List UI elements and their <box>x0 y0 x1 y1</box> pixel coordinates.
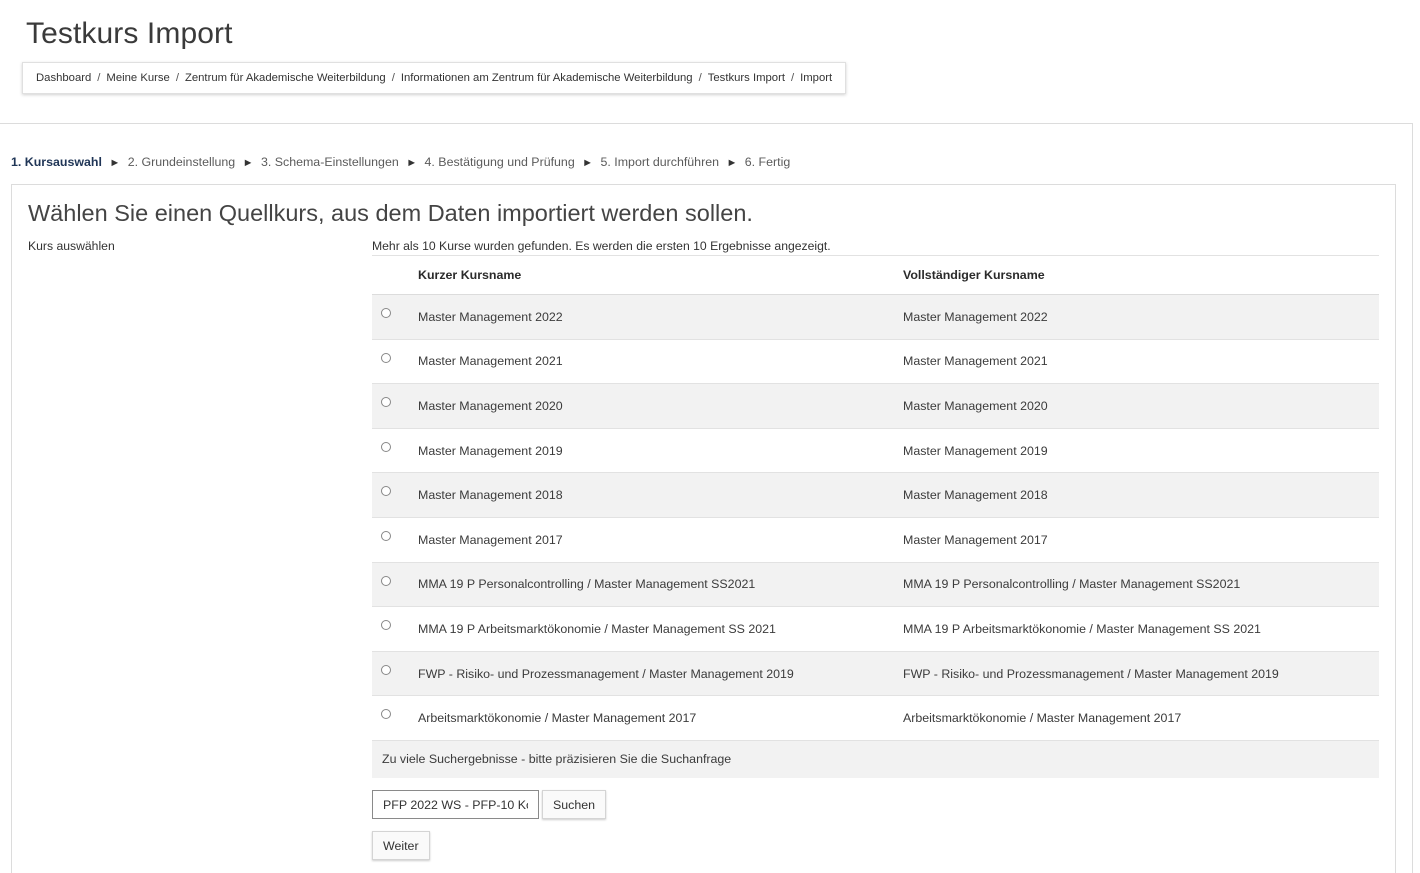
breadcrumb-informationen[interactable]: Informationen am Zentrum für Akademische… <box>401 72 693 84</box>
table-row[interactable]: Master Management 2019 Master Management … <box>372 429 1379 474</box>
breadcrumb-separator: / <box>97 72 101 84</box>
table-row[interactable]: Arbeitsmarktökonomie / Master Management… <box>372 696 1379 741</box>
course-short-name: MMA 19 P Arbeitsmarktökonomie / Master M… <box>418 621 776 636</box>
table-row[interactable]: MMA 19 P Personalcontrolling / Master Ma… <box>372 562 1379 608</box>
step-1: 1. Kursauswahl <box>11 155 102 169</box>
course-full-name: Master Management 2021 <box>903 354 1048 369</box>
step-arrow-icon: ► <box>726 157 738 169</box>
section-title: Wählen Sie einen Quellkurs, aus dem Date… <box>28 200 753 226</box>
breadcrumb: Dashboard / Meine Kurse / Zentrum für Ak… <box>22 62 847 94</box>
step-3: 3. Schema-Einstellungen <box>260 155 399 169</box>
breadcrumb-separator: / <box>790 72 795 84</box>
course-short-name: Master Management 2019 <box>418 443 563 458</box>
table-header: Kurzer Kursname Vollständiger Kursname <box>372 256 1379 295</box>
course-radio[interactable] <box>381 441 391 452</box>
row-radio-cell <box>372 607 418 651</box>
row-radio-cell <box>372 384 418 428</box>
breadcrumb-separator: / <box>391 72 395 84</box>
breadcrumb-meine-kurse[interactable]: Meine Kurse <box>106 72 169 84</box>
table-row[interactable]: Master Management 2020 Master Management … <box>372 384 1379 429</box>
course-radio[interactable] <box>381 575 391 586</box>
header-divider <box>0 123 1412 124</box>
step-4: 4. Bestätigung und Prüfung <box>424 155 575 169</box>
course-radio[interactable] <box>381 530 391 541</box>
row-radio-cell <box>372 696 418 740</box>
course-full-name: Master Management 2017 <box>903 532 1048 547</box>
step-5: 5. Import durchführen <box>600 155 719 169</box>
course-radio[interactable] <box>381 352 391 363</box>
course-search-input[interactable] <box>372 790 539 819</box>
course-short-name: Master Management 2021 <box>418 354 563 369</box>
step-arrow-icon: ► <box>582 157 594 169</box>
course-full-name: Master Management 2020 <box>903 398 1048 413</box>
course-full-name: MMA 19 P Personalcontrolling / Master Ma… <box>903 577 1241 592</box>
next-button[interactable]: Weiter <box>372 831 430 860</box>
course-radio[interactable] <box>381 709 391 720</box>
header-full-name: Vollständiger Kursname <box>903 268 1045 282</box>
course-short-name: Master Management 2017 <box>418 532 563 547</box>
course-short-name: Arbeitsmarktökonomie / Master Management… <box>418 711 697 726</box>
table-row[interactable]: FWP - Risiko- und Prozessmanagement / Ma… <box>372 651 1379 697</box>
row-radio-cell <box>372 340 418 384</box>
course-full-name: MMA 19 P Arbeitsmarktökonomie / Master M… <box>903 621 1261 636</box>
course-full-name: Master Management 2019 <box>903 443 1048 458</box>
course-short-name: MMA 19 P Personalcontrolling / Master Ma… <box>418 577 756 592</box>
course-short-name: Master Management 2018 <box>418 488 563 503</box>
row-radio-cell <box>372 295 418 339</box>
table-row[interactable]: MMA 19 P Arbeitsmarktökonomie / Master M… <box>372 607 1379 652</box>
right-border <box>1412 123 1413 873</box>
step-2: 2. Grundeinstellung <box>127 155 236 169</box>
header-short-name: Kurzer Kursname <box>418 268 522 282</box>
course-radio[interactable] <box>381 620 391 631</box>
row-radio-cell <box>372 473 418 517</box>
table-row[interactable]: Master Management 2022 Master Management … <box>372 295 1379 340</box>
step-arrow-icon: ► <box>406 157 418 169</box>
course-radio[interactable] <box>381 308 391 318</box>
course-short-name: FWP - Risiko- und Prozessmanagement / Ma… <box>418 666 794 681</box>
breadcrumb-zentrum[interactable]: Zentrum für Akademische Weiterbildung <box>185 72 386 84</box>
breadcrumb-separator: / <box>698 72 702 84</box>
header-radio-cell <box>372 256 418 294</box>
course-select-label: Kurs auswählen <box>28 239 115 253</box>
breadcrumb-import[interactable]: Import <box>800 72 832 84</box>
search-button[interactable]: Suchen <box>542 790 607 819</box>
course-full-name: Master Management 2022 <box>903 309 1048 324</box>
progress-steps: 1. Kursauswahl ► 2. Grundeinstellung ► 3… <box>11 155 790 169</box>
table-row[interactable]: Master Management 2021 Master Management … <box>372 340 1379 385</box>
course-full-name: FWP - Risiko- und Prozessmanagement / Ma… <box>903 666 1279 681</box>
step-arrow-icon: ► <box>242 157 254 169</box>
table-row[interactable]: Master Management 2017 Master Management … <box>372 518 1379 563</box>
breadcrumb-dashboard[interactable]: Dashboard <box>36 72 91 84</box>
results-info: Mehr als 10 Kurse wurden gefunden. Es we… <box>372 239 831 253</box>
course-short-name: Master Management 2020 <box>418 398 563 413</box>
breadcrumb-separator: / <box>175 72 179 84</box>
course-radio[interactable] <box>381 486 391 497</box>
row-radio-cell <box>372 518 418 562</box>
step-arrow-icon: ► <box>109 157 121 169</box>
breadcrumb-testkurs-import[interactable]: Testkurs Import <box>708 72 785 84</box>
course-radio[interactable] <box>381 397 391 408</box>
course-table: Kurzer Kursname Vollständiger Kursname M… <box>372 255 1379 778</box>
step-6: 6. Fertig <box>744 155 791 169</box>
page-title: Testkurs Import <box>26 17 233 50</box>
course-short-name: Master Management 2022 <box>418 309 563 324</box>
row-radio-cell <box>372 429 418 473</box>
course-full-name: Arbeitsmarktökonomie / Master Management… <box>903 711 1182 726</box>
too-many-results-notice: Zu viele Suchergebnisse - bitte präzisie… <box>372 740 1379 778</box>
course-radio[interactable] <box>381 664 391 675</box>
row-radio-cell <box>372 563 418 607</box>
course-full-name: Master Management 2018 <box>903 488 1048 503</box>
row-radio-cell <box>372 652 418 696</box>
table-row[interactable]: Master Management 2018 Master Management … <box>372 473 1379 518</box>
